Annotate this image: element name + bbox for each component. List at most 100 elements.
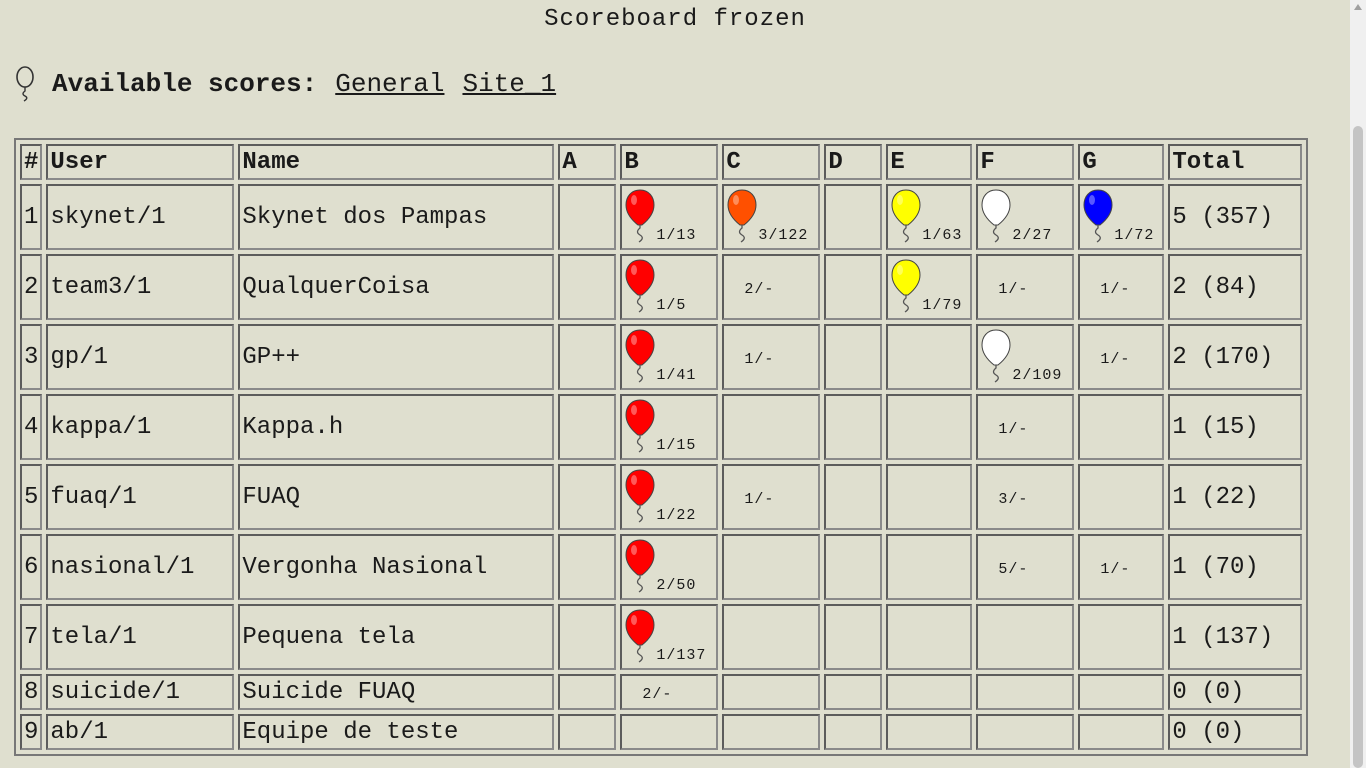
problem-g-cell: 1/- — [1078, 534, 1165, 600]
team-name-cell: Pequena tela — [238, 604, 555, 670]
problem-d-cell — [824, 394, 883, 460]
problem-g-cell — [1078, 464, 1165, 530]
problem-d-cell — [824, 534, 883, 600]
rank-cell: 5 — [20, 464, 43, 530]
problem-c-cell — [722, 604, 821, 670]
user-cell: kappa/1 — [46, 394, 235, 460]
problem-a-cell — [558, 534, 617, 600]
problem-f-cell: 3/- — [976, 464, 1075, 530]
problem-e-cell: 1/63 — [886, 184, 973, 250]
problem-b-cell: 1/15 — [620, 394, 719, 460]
problem-attempts-text: 3/- — [998, 490, 1029, 508]
col-user-header: User — [46, 144, 235, 180]
col-problem-c-header: C — [722, 144, 821, 180]
table-row: 4 kappa/1 Kappa.h 1/15 1/- 1 (15) — [20, 394, 1303, 460]
problem-b-cell — [620, 714, 719, 750]
scroll-up-arrow-icon[interactable] — [1354, 4, 1362, 10]
problem-e-cell — [886, 324, 973, 390]
problem-b-cell: 1/41 — [620, 324, 719, 390]
problem-g-cell: 1/- — [1078, 324, 1165, 390]
balloon-icon — [625, 399, 655, 453]
problem-c-cell: 3/122 — [722, 184, 821, 250]
col-problem-g-header: G — [1078, 144, 1165, 180]
problem-attempts-text: 5/- — [998, 560, 1029, 578]
problem-d-cell — [824, 714, 883, 750]
problem-e-cell — [886, 464, 973, 530]
problem-result-text: 1/63 — [922, 227, 963, 244]
problem-attempts-text: 1/- — [998, 420, 1029, 438]
table-row: 7 tela/1 Pequena tela 1/137 1 (137) — [20, 604, 1303, 670]
score-link-site-1[interactable]: Site_1 — [462, 69, 556, 99]
balloon-outline-icon — [16, 66, 34, 102]
problem-b-cell: 2/50 — [620, 534, 719, 600]
table-row: 2 team3/1 QualquerCoisa 1/5 2/- 1/79 1/- 1/- 2 (… — [20, 254, 1303, 320]
balloon-icon — [625, 259, 655, 313]
problem-attempts-text: 2/- — [744, 280, 775, 298]
vertical-scrollbar[interactable] — [1350, 0, 1366, 768]
col-problem-e-header: E — [886, 144, 973, 180]
problem-c-cell: 1/- — [722, 324, 821, 390]
total-cell: 5 (357) — [1168, 184, 1303, 250]
score-link-general[interactable]: General — [335, 69, 444, 99]
problem-result-text: 2/27 — [1012, 227, 1053, 244]
rank-cell: 8 — [20, 674, 43, 710]
team-name-cell: QualquerCoisa — [238, 254, 555, 320]
problem-d-cell — [824, 184, 883, 250]
col-problem-b-header: B — [620, 144, 719, 180]
total-cell: 0 (0) — [1168, 674, 1303, 710]
problem-a-cell — [558, 324, 617, 390]
problem-attempts-text: 1/- — [1100, 280, 1131, 298]
team-name-cell: Vergonha Nasional — [238, 534, 555, 600]
rank-cell: 3 — [20, 324, 43, 390]
problem-e-cell — [886, 394, 973, 460]
problem-b-cell: 1/5 — [620, 254, 719, 320]
table-row: 5 fuaq/1 FUAQ 1/22 1/- 3/- 1 (22) — [20, 464, 1303, 530]
problem-e-cell — [886, 714, 973, 750]
problem-f-cell: 1/- — [976, 254, 1075, 320]
problem-b-cell: 1/22 — [620, 464, 719, 530]
problem-c-cell — [722, 674, 821, 710]
balloon-icon — [1083, 189, 1113, 243]
problem-a-cell — [558, 674, 617, 710]
problem-a-cell — [558, 714, 617, 750]
table-row: 3 gp/1 GP++ 1/41 1/- 2/109 1/- 2 (170) — [20, 324, 1303, 390]
problem-result-text: 1/41 — [656, 367, 697, 384]
problem-f-cell — [976, 604, 1075, 670]
scrollbar-thumb[interactable] — [1353, 126, 1363, 768]
col-problem-a-header: A — [558, 144, 617, 180]
rank-cell: 9 — [20, 714, 43, 750]
problem-result-text: 1/13 — [656, 227, 697, 244]
problem-attempts-text: 1/- — [744, 490, 775, 508]
balloon-icon — [625, 189, 655, 243]
user-cell: gp/1 — [46, 324, 235, 390]
problem-d-cell — [824, 324, 883, 390]
user-cell: nasional/1 — [46, 534, 235, 600]
problem-f-cell: 1/- — [976, 394, 1075, 460]
table-row: 9 ab/1 Equipe de teste 0 (0) — [20, 714, 1303, 750]
col-problem-d-header: D — [824, 144, 883, 180]
team-name-cell: Suicide FUAQ — [238, 674, 555, 710]
problem-attempts-text: 1/- — [1100, 350, 1131, 368]
problem-attempts-text: 1/- — [998, 280, 1029, 298]
problem-attempts-text: 2/- — [642, 685, 673, 703]
balloon-icon — [891, 259, 921, 313]
problem-result-text: 1/15 — [656, 437, 697, 454]
balloon-icon — [981, 329, 1011, 383]
rank-cell: 7 — [20, 604, 43, 670]
problem-b-cell: 2/- — [620, 674, 719, 710]
col-total-header: Total — [1168, 144, 1303, 180]
problem-f-cell: 2/27 — [976, 184, 1075, 250]
scoreboard-table: # User Name A B C D E F G Total 1 skynet/… — [14, 138, 1309, 756]
problem-result-text: 1/5 — [656, 297, 687, 314]
problem-result-text: 3/122 — [758, 227, 809, 244]
problem-e-cell: 1/79 — [886, 254, 973, 320]
problem-b-cell: 1/13 — [620, 184, 719, 250]
user-cell: suicide/1 — [46, 674, 235, 710]
balloon-icon — [625, 539, 655, 593]
problem-result-text: 1/22 — [656, 507, 697, 524]
problem-result-text: 1/72 — [1114, 227, 1155, 244]
balloon-icon — [891, 189, 921, 243]
balloon-icon — [625, 469, 655, 523]
total-cell: 1 (70) — [1168, 534, 1303, 600]
problem-result-text: 2/50 — [656, 577, 697, 594]
